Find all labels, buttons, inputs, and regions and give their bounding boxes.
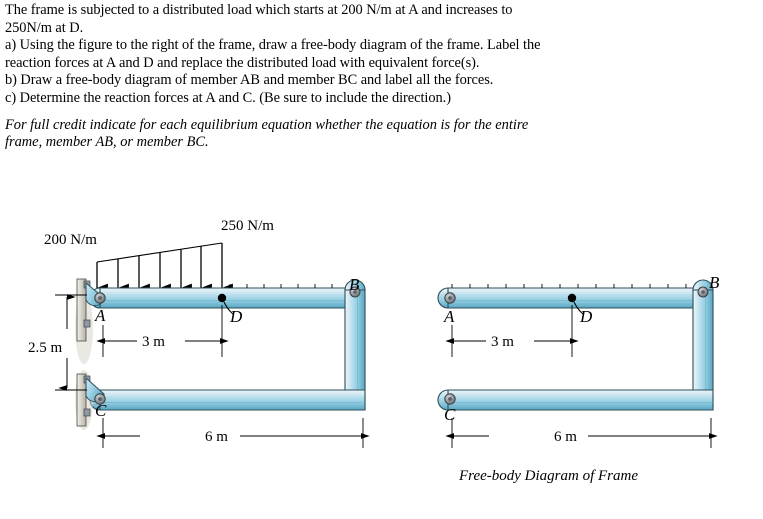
figure-caption: Free-body Diagram of Frame: [459, 468, 638, 484]
fbd-label-point-c: C: [444, 405, 456, 424]
fbd-dimension-span-label: 6 m: [554, 429, 577, 445]
fbd-pin-joint-b: [697, 286, 709, 298]
right-figure-free-body-diagram: A C B D 3 m 6 m: [0, 0, 763, 519]
fbd-label-point-b: B: [709, 273, 720, 292]
fbd-pin-joint-a: [444, 292, 456, 304]
fbd-member-bc-horizontal: [437, 389, 714, 411]
fbd-pin-joint-c: [444, 393, 456, 405]
fbd-dimension-span-6m: [445, 418, 718, 448]
fbd-beam-ab-tickmarks: [451, 284, 687, 288]
fbd-label-point-d: D: [579, 307, 593, 326]
fbd-dimension-ad-label: 3 m: [491, 334, 514, 350]
fbd-label-point-a: A: [443, 307, 455, 326]
